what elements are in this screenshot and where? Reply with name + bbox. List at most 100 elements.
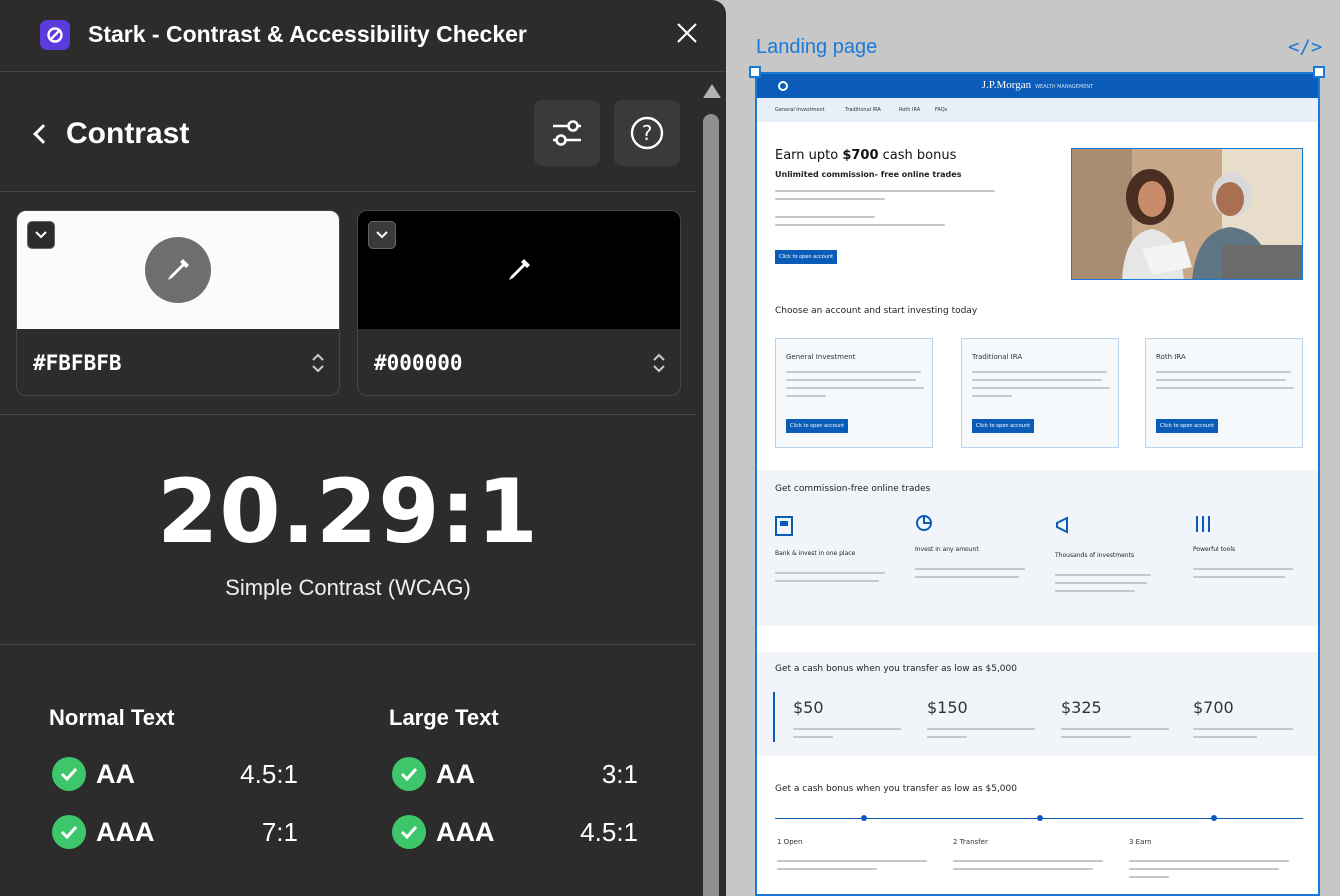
help-button[interactable]: ? [614,100,680,166]
lp-nav: General Investment Traditional IRA Roth … [757,98,1318,122]
settings-button[interactable] [534,100,600,166]
bank-icon [775,516,793,536]
lp-bonus-amount: $150 [927,698,968,717]
close-icon [677,23,697,43]
app-title: Stark - Contrast & Accessibility Checker [88,21,527,47]
code-view-button[interactable]: </> [1288,36,1322,58]
large-aa-result: AA [392,754,475,794]
lp-text-line [793,736,833,738]
eyedropper-icon [168,259,189,280]
lp-bonus-amount: $325 [1061,698,1102,717]
check-circle-icon [392,815,426,849]
lp-step-title: 1 Open [777,838,803,846]
lp-nav-item[interactable]: FAQs [935,107,947,113]
scroll-up-arrow-icon[interactable] [703,84,721,98]
lp-text-line [786,371,921,373]
lp-text-line [1129,868,1279,870]
selection-handle[interactable] [749,66,761,78]
lp-text-line [1055,582,1147,584]
lp-text-line [793,728,901,730]
close-button[interactable] [670,16,704,50]
lp-text-line [777,860,927,862]
lp-nav-item[interactable]: Traditional IRA [845,107,881,113]
lp-bonus-amount: $700 [1193,698,1234,717]
divider [0,644,696,645]
lp-card-button[interactable]: Click to open account [786,419,849,433]
lp-hero-title-amount: $700 [842,148,879,163]
chevron-left-icon [33,124,53,144]
background-menu-toggle[interactable] [368,221,396,249]
lp-text-line [775,198,885,200]
lp-text-line [972,379,1102,381]
lp-hero-title-prefix: Earn upto [775,148,843,163]
lp-trades-band: Get commission-free online trades Bank &… [757,470,1318,626]
foreground-hex-input[interactable] [17,329,339,395]
lp-bonus-accent-bar [773,692,775,742]
lp-text-line [972,371,1107,373]
lp-accounts-title: Choose an account and start investing to… [775,306,978,316]
lp-hero-title: Earn upto $700 cash bonus [775,148,956,163]
lp-hero-subtitle: Unlimited commission- free online trades [775,170,962,179]
lp-text-line [1193,728,1293,730]
foreground-menu-toggle[interactable] [27,221,55,249]
normal-aaa-threshold: 7:1 [261,817,298,847]
lp-card-button[interactable]: Click to open account [972,419,1035,433]
stark-logo-icon [40,20,70,50]
large-aaa-threshold: 4.5:1 [580,817,638,847]
normal-aaa-result: AAA [52,812,155,852]
lp-bonus-title-2: Get a cash bonus when you transfer as lo… [775,784,1017,794]
lp-text-line [775,216,875,218]
lp-account-card: Traditional IRA Click to open account [961,338,1119,448]
lp-text-line [953,868,1093,870]
lp-brand: J.P.Morgan WEALTH MANAGEMENT [757,79,1318,91]
title-bar: Stark - Contrast & Accessibility Checker [0,0,726,72]
lp-topbar: J.P.Morgan WEALTH MANAGEMENT [757,74,1318,98]
screen-header: Contrast ? [0,74,696,192]
lp-text-line [1129,860,1289,862]
lp-feature-title: Bank & invest in one place [775,550,856,557]
lp-feature-title: Thousands of investments [1055,552,1135,559]
foreground-stepper-icon[interactable] [311,351,325,375]
lp-nav-item[interactable]: Roth IRA [899,107,920,113]
normal-text-title: Normal Text [49,705,175,730]
normal-aa-result: AA [52,754,135,794]
back-button[interactable]: Contrast [30,116,189,152]
background-stepper-icon[interactable] [652,351,666,375]
check-circle-icon [392,757,426,791]
stark-panel: Stark - Contrast & Accessibility Checker… [0,0,726,896]
divider [0,414,696,415]
scroll-thumb[interactable] [703,114,719,896]
lp-card-button[interactable]: Click to open account [1156,419,1219,433]
sliders-icon [1196,516,1210,532]
background-eyedropper-button[interactable] [486,237,552,303]
background-hex-input[interactable] [358,329,680,395]
lp-text-line [972,387,1110,389]
normal-aa-threshold: 4.5:1 [240,759,298,789]
lp-brand-sub: WEALTH MANAGEMENT [1035,84,1094,90]
lp-text-line [915,576,1019,578]
lp-text-line [915,568,1025,570]
chevron-down-icon [35,231,47,239]
landing-page-frame[interactable]: J.P.Morgan WEALTH MANAGEMENT General Inve… [755,72,1320,896]
lp-step-title: 2 Transfer [953,838,988,846]
normal-aaa-level: AAA [96,816,155,847]
selection-handle[interactable] [1313,66,1325,78]
lp-text-line [927,736,967,738]
normal-aa-level: AA [96,758,135,789]
chevron-down-icon [376,231,388,239]
scrollbar[interactable] [700,84,722,896]
megaphone-icon [1056,516,1068,534]
question-circle-icon: ? [630,116,664,150]
lp-text-line [775,580,879,582]
foreground-eyedropper-button[interactable] [145,237,211,303]
lp-step-dot [1211,815,1217,821]
sliders-icon [553,120,581,146]
lp-brand-name: J.P.Morgan [981,79,1032,91]
frame-name-label[interactable]: Landing page [756,36,877,59]
svg-text:?: ? [642,121,653,145]
lp-text-line [1193,568,1293,570]
lp-nav-item[interactable]: General Investment [775,107,825,113]
lp-text-line [953,860,1103,862]
lp-cta-button[interactable]: Click to open account [775,250,838,264]
lp-feature-title: Invest in any amount [915,546,979,553]
